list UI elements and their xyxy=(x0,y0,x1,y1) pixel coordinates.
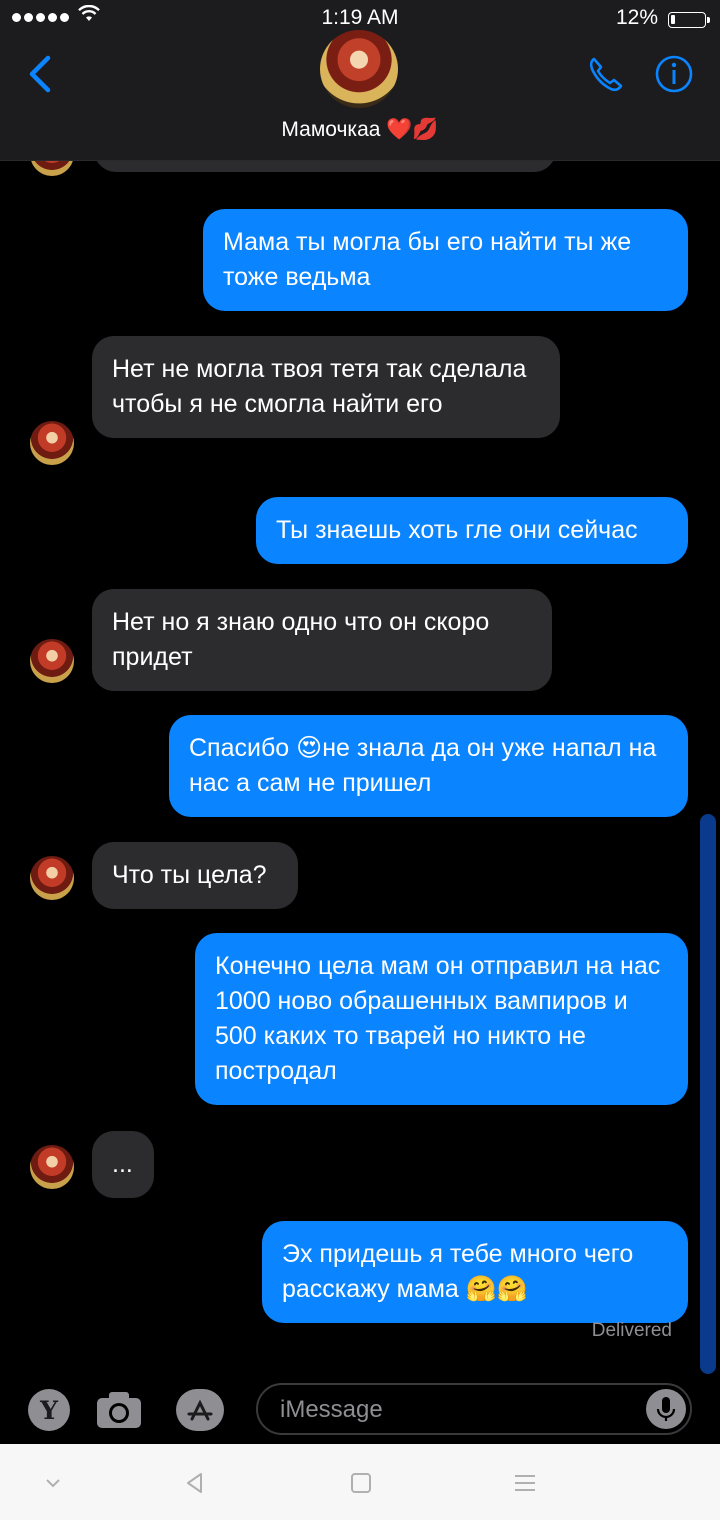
info-icon[interactable] xyxy=(654,54,694,94)
back-triangle-icon[interactable] xyxy=(180,1468,210,1498)
chevron-down-icon[interactable] xyxy=(38,1468,68,1498)
avatar xyxy=(30,856,74,900)
message-incoming[interactable]: ... xyxy=(92,1131,154,1198)
avatar xyxy=(30,639,74,683)
avatar xyxy=(30,1145,74,1189)
message-incoming[interactable]: Нет не могла твоя тетя так сделала чтобы… xyxy=(92,336,560,438)
microphone-icon[interactable] xyxy=(646,1389,686,1429)
system-nav-bar xyxy=(0,1444,720,1520)
contact-name[interactable]: Мамочкаа ❤️💋 xyxy=(0,118,720,142)
status-time: 1:19 AM xyxy=(321,6,399,29)
phone-icon[interactable] xyxy=(586,54,626,94)
y-app-icon[interactable]: Y xyxy=(28,1389,70,1431)
app-store-icon[interactable] xyxy=(176,1389,224,1431)
delivered-status: Delivered xyxy=(591,1320,672,1341)
home-square-icon[interactable] xyxy=(346,1468,376,1498)
composer-bar: Y iMessage xyxy=(0,1380,720,1444)
scrollbar[interactable] xyxy=(700,814,716,1374)
battery-icon xyxy=(668,12,710,28)
message-list[interactable]: Мама ты могла бы его найти ты же тоже ве… xyxy=(0,0,720,1380)
message-outgoing[interactable]: Мама ты могла бы его найти ты же тоже ве… xyxy=(203,209,688,311)
conversation-header: 1:19 AM 12% Мамочкаа ❤️💋 xyxy=(0,0,720,161)
battery-percent: 12% xyxy=(615,6,658,29)
status-bar: 1:19 AM 12% xyxy=(0,4,720,32)
chevron-left-icon[interactable] xyxy=(22,54,62,94)
message-outgoing[interactable]: Конечно цела мам он отправил на нас 1000… xyxy=(195,933,688,1105)
avatar xyxy=(30,421,74,465)
message-incoming[interactable]: Что ты цела? xyxy=(92,842,298,909)
menu-icon[interactable] xyxy=(510,1468,540,1498)
message-outgoing[interactable]: Ты знаешь хоть гле они сейчас xyxy=(256,497,688,564)
message-outgoing[interactable]: Спасибо 😍не знала да он уже напал на нас… xyxy=(169,715,688,817)
message-outgoing[interactable]: Эх придешь я тебе много чего расскажу ма… xyxy=(262,1221,688,1323)
message-incoming[interactable]: Нет но я знаю одно что он скоро придет xyxy=(92,589,552,691)
contact-avatar[interactable] xyxy=(320,30,398,108)
camera-icon[interactable] xyxy=(95,1390,143,1430)
imessage-input[interactable]: iMessage xyxy=(256,1383,692,1435)
